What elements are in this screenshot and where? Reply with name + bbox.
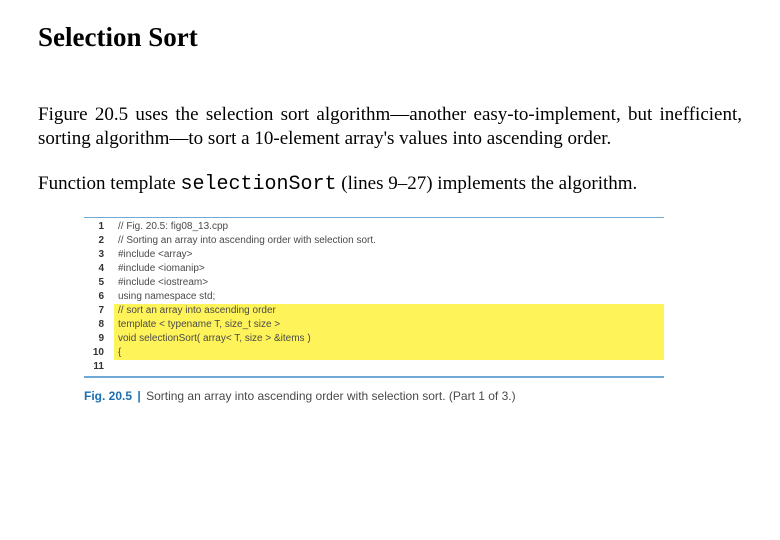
line-number: 2 bbox=[84, 234, 104, 248]
code-line: // Fig. 20.5: fig08_13.cpp bbox=[114, 220, 664, 234]
line-number: 6 bbox=[84, 290, 104, 304]
line-number: 8 bbox=[84, 318, 104, 332]
text: Function template bbox=[38, 173, 180, 194]
caption-divider: | bbox=[135, 389, 142, 403]
code-figure: 1 2 3 4 5 6 7 8 9 10 11 // Fig. 20.5: fi… bbox=[84, 217, 664, 378]
code-line: #include <array> bbox=[114, 248, 664, 262]
code-line-highlight: { bbox=[114, 346, 664, 360]
text: Figure 20.5 uses the bbox=[38, 104, 206, 125]
line-numbers: 1 2 3 4 5 6 7 8 9 10 11 bbox=[84, 220, 114, 374]
line-number: 5 bbox=[84, 276, 104, 290]
line-number: 4 bbox=[84, 262, 104, 276]
slide-page: Selection Sort Figure 20.5 uses the sele… bbox=[0, 0, 780, 410]
code-listing: 1 2 3 4 5 6 7 8 9 10 11 // Fig. 20.5: fi… bbox=[84, 218, 664, 376]
code-line: using namespace std; bbox=[114, 290, 664, 304]
caption-text: Sorting an array into ascending order wi… bbox=[146, 389, 516, 403]
line-number: 10 bbox=[84, 346, 104, 360]
code-line-highlight: void selectionSort( array< T, size > &it… bbox=[114, 332, 664, 346]
term-selection-sort: selection sort bbox=[206, 104, 309, 125]
code-line-highlight: // sort an array into ascending order bbox=[114, 304, 664, 318]
line-number: 3 bbox=[84, 248, 104, 262]
code-line: #include <iostream> bbox=[114, 276, 664, 290]
line-number: 9 bbox=[84, 332, 104, 346]
line-number: 7 bbox=[84, 304, 104, 318]
code-line-highlight: template < typename T, size_t size > bbox=[114, 318, 664, 332]
code-identifier: selectionSort bbox=[180, 173, 336, 196]
code-line: #include <iomanip> bbox=[114, 262, 664, 276]
line-number: 11 bbox=[84, 360, 104, 374]
code-content: // Fig. 20.5: fig08_13.cpp // Sorting an… bbox=[114, 220, 664, 374]
paragraph-intro: Figure 20.5 uses the selection sort algo… bbox=[38, 103, 742, 152]
caption-label: Fig. 20.5 bbox=[84, 389, 132, 403]
line-number: 1 bbox=[84, 220, 104, 234]
paragraph-function: Function template selectionSort (lines 9… bbox=[38, 172, 742, 198]
text: (lines 9–27) implements the algorithm. bbox=[337, 173, 638, 194]
figure-caption: Fig. 20.5 | Sorting an array into ascend… bbox=[84, 378, 742, 409]
heading-title: Selection Sort bbox=[38, 22, 742, 53]
code-line: // Sorting an array into ascending order… bbox=[114, 234, 664, 248]
